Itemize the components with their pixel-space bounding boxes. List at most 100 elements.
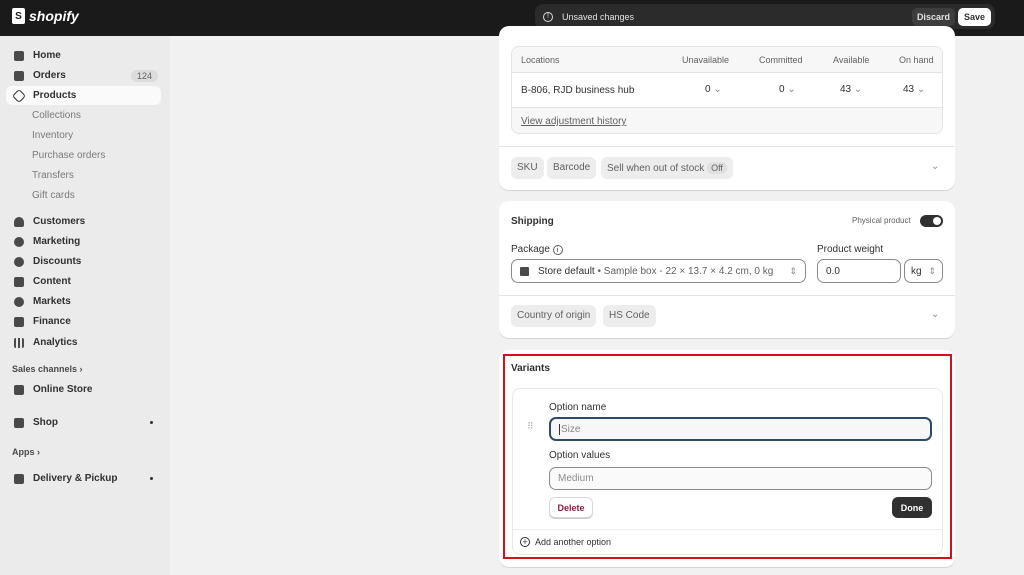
select-arrows-icon: ⇕ <box>928 265 936 276</box>
sidebar-item-gift-cards[interactable]: Gift cards <box>6 186 161 205</box>
package-label: Package i <box>511 244 563 255</box>
toggle-knob <box>933 217 941 225</box>
sidebar-item-content[interactable]: Content <box>6 272 161 291</box>
sidebar-item-shop[interactable]: Shop <box>6 413 161 432</box>
off-badge: Off <box>707 162 727 174</box>
apps-heading[interactable]: Apps › <box>12 447 40 457</box>
sidebar-item-marketing[interactable]: Marketing <box>6 232 161 251</box>
shipping-card: Shipping Physical product Package i Stor… <box>499 201 955 338</box>
sidebar-item-analytics[interactable]: Analytics <box>6 333 161 352</box>
shop-icon <box>14 417 24 428</box>
package-select[interactable]: Store default • Sample box - 22 × 13.7 ×… <box>511 259 806 283</box>
history-row: View adjustment history <box>512 108 942 133</box>
chevron-down-icon: ⌄ <box>787 84 796 95</box>
orders-count-badge: 124 <box>130 69 158 82</box>
label: Customers <box>33 216 86 227</box>
sku-chip[interactable]: SKU <box>511 157 544 179</box>
discard-button[interactable]: Discard <box>911 7 955 26</box>
sidebar-item-transfers[interactable]: Transfers <box>6 166 161 185</box>
inventory-table: Locations Unavailable Committed Availabl… <box>511 46 943 134</box>
label: Shop <box>33 417 58 428</box>
chevron-down-icon: ⌄ <box>713 84 722 95</box>
label: Content <box>33 276 71 287</box>
sidebar-item-orders[interactable]: Orders 124 <box>6 66 161 85</box>
label: Analytics <box>33 337 78 348</box>
value: 0.0 <box>826 265 840 277</box>
value: 43 <box>903 84 915 95</box>
unavailable-dropdown[interactable]: 0 ⌄ <box>705 84 722 95</box>
label: Package <box>511 244 550 255</box>
divider <box>499 295 955 296</box>
chevron-down-icon[interactable]: ⌄ <box>931 161 939 172</box>
physical-product-toggle[interactable] <box>920 215 943 227</box>
label: Sell when out of stock <box>607 163 705 174</box>
package-detail: • Sample box - 22 × 13.7 × 4.2 cm, 0 kg <box>597 265 774 277</box>
col-unavailable: Unavailable <box>682 55 730 65</box>
committed-dropdown[interactable]: 0 ⌄ <box>779 84 796 95</box>
product-weight-label: Product weight <box>817 244 884 255</box>
select-arrows-icon: ⇕ <box>789 265 797 276</box>
sidebar-item-discounts[interactable]: Discounts <box>6 252 161 271</box>
store-icon <box>14 384 24 395</box>
available-dropdown[interactable]: 43 ⌄ <box>840 84 862 95</box>
location-name: B-806, RJD business hub <box>521 85 635 96</box>
label: Discounts <box>33 256 82 267</box>
label: Markets <box>33 296 71 307</box>
dot-icon <box>150 421 153 424</box>
inventory-card: Locations Unavailable Committed Availabl… <box>499 26 955 190</box>
alert-icon: ! <box>543 11 553 22</box>
on-hand-dropdown[interactable]: 43 ⌄ <box>903 84 925 95</box>
sidebar-item-markets[interactable]: Markets <box>6 292 161 311</box>
sidebar-item-customers[interactable]: Customers <box>6 212 161 231</box>
dot-icon <box>150 477 153 480</box>
weight-unit-select[interactable]: kg ⇕ <box>904 259 943 283</box>
tag-icon <box>11 88 27 103</box>
sidebar: Home Orders 124 Products Collections Inve… <box>0 36 170 575</box>
box-icon <box>520 266 529 276</box>
chevron-down-icon: ⌄ <box>853 84 863 95</box>
label: Orders <box>33 70 66 81</box>
unsaved-status: Unsaved changes <box>562 11 635 22</box>
product-weight-input[interactable]: 0.0 <box>817 259 901 283</box>
value: kg <box>911 265 922 277</box>
divider <box>499 146 955 147</box>
sidebar-item-purchase-orders[interactable]: Purchase orders <box>6 146 161 165</box>
package-value: Store default <box>538 265 595 277</box>
sidebar-item-inventory[interactable]: Inventory <box>6 126 161 145</box>
label: Online Store <box>33 384 93 395</box>
chevron-down-icon[interactable]: ⌄ <box>931 309 939 320</box>
table-header: Locations Unavailable Committed Availabl… <box>512 47 942 73</box>
bar-chart-icon <box>14 337 24 348</box>
discount-icon <box>14 256 24 267</box>
sidebar-item-finance[interactable]: Finance <box>6 312 161 331</box>
inbox-icon <box>14 70 24 81</box>
globe-icon <box>14 296 24 307</box>
sidebar-item-online-store[interactable]: Online Store <box>6 380 161 399</box>
country-of-origin-chip[interactable]: Country of origin <box>511 305 597 327</box>
label: Home <box>33 50 61 61</box>
value: 0 <box>779 84 785 95</box>
home-icon <box>14 50 24 61</box>
chevron-down-icon: ⌄ <box>916 84 926 95</box>
barcode-chip[interactable]: Barcode <box>547 157 597 179</box>
sidebar-item-collections[interactable]: Collections <box>6 106 161 125</box>
truck-icon <box>14 473 24 484</box>
sidebar-item-products[interactable]: Products <box>6 86 161 105</box>
brand-name: shopify <box>29 8 79 24</box>
view-adjustment-history-link[interactable]: View adjustment history <box>521 116 626 127</box>
content-icon <box>14 276 24 287</box>
hs-code-chip[interactable]: HS Code <box>603 305 656 327</box>
physical-product-label: Physical product <box>852 216 911 225</box>
col-available: Available <box>833 55 870 65</box>
sell-when-out-of-stock-chip[interactable]: Sell when out of stock Off <box>601 157 733 179</box>
label: Delivery & Pickup <box>33 473 118 484</box>
label: Marketing <box>33 236 81 247</box>
col-committed: Committed <box>759 55 803 65</box>
table-row: B-806, RJD business hub 0 ⌄ 0 ⌄ 43 ⌄ 43 … <box>512 73 942 108</box>
shopify-bag-icon: S <box>12 8 25 24</box>
shopify-logo[interactable]: Sshopify <box>12 8 79 24</box>
save-button[interactable]: Save <box>957 7 991 26</box>
sidebar-item-delivery-pickup[interactable]: Delivery & Pickup <box>6 469 161 488</box>
sales-channels-heading[interactable]: Sales channels › <box>12 364 83 374</box>
sidebar-item-home[interactable]: Home <box>6 46 161 65</box>
